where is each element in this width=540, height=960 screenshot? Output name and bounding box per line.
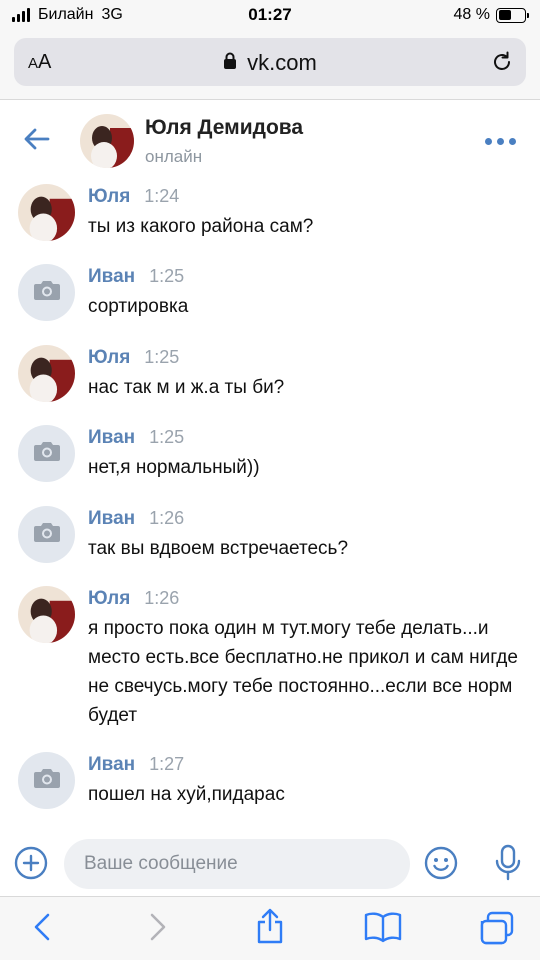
- microphone-icon[interactable]: [494, 844, 522, 887]
- browser-forward-icon[interactable]: [146, 911, 170, 948]
- contact-status: онлайн: [145, 147, 203, 166]
- url-display[interactable]: vk.com: [14, 50, 526, 76]
- message-composer: [0, 830, 540, 896]
- status-left: Билайн 3G: [12, 6, 123, 24]
- attach-plus-icon[interactable]: [14, 846, 48, 885]
- sender-avatar[interactable]: [18, 425, 75, 482]
- message-list: Юля 1:24 ты из какого района сам? Иван 1:2…: [0, 184, 540, 824]
- message-time: 1:27: [149, 754, 185, 774]
- message-text: сортировка: [88, 296, 189, 317]
- reload-icon[interactable]: [490, 50, 514, 79]
- camera-icon: [33, 521, 61, 548]
- sender-avatar[interactable]: [18, 506, 75, 563]
- more-options-icon[interactable]: [485, 138, 516, 145]
- message-time: 1:26: [144, 588, 180, 608]
- message-author[interactable]: Иван 1:27: [88, 754, 184, 776]
- emoji-icon[interactable]: [424, 846, 458, 885]
- back-arrow-icon[interactable]: [22, 124, 52, 159]
- message-time: 1:25: [144, 347, 180, 367]
- message-text: я просто пока один м тут.могу тебе делат…: [88, 618, 518, 726]
- chat-header: Юля Демидова онлайн: [0, 100, 540, 184]
- status-bar: Билайн 3G 01:27 48 %: [0, 0, 540, 32]
- message-text: ты из какого района сам?: [88, 216, 314, 237]
- contact-name[interactable]: Юля Демидова: [145, 116, 303, 140]
- sender-avatar[interactable]: [18, 184, 75, 241]
- message-author[interactable]: Юля 1:24: [88, 186, 179, 208]
- browser-address-area: AA vk.com: [0, 32, 540, 100]
- message-input[interactable]: [64, 839, 410, 889]
- sender-avatar[interactable]: [18, 752, 75, 809]
- message-author[interactable]: Иван 1:25: [88, 266, 184, 288]
- camera-icon: [33, 279, 61, 306]
- status-right: 48 %: [453, 6, 529, 24]
- message-author[interactable]: Юля 1:26: [88, 588, 179, 610]
- camera-icon: [33, 767, 61, 794]
- message-text: нас так м и ж.а ты би?: [88, 377, 285, 398]
- bookmarks-icon[interactable]: [364, 911, 402, 948]
- browser-toolbar: [0, 896, 540, 960]
- message-time: 1:25: [149, 266, 185, 286]
- sender-avatar[interactable]: [18, 345, 75, 402]
- message-author[interactable]: Юля 1:25: [88, 347, 179, 369]
- message-author[interactable]: Иван 1:26: [88, 508, 184, 530]
- battery-percent: 48 %: [453, 6, 490, 23]
- network-label: 3G: [101, 6, 123, 23]
- message-text: нет,я нормальный)): [88, 457, 260, 478]
- message-author[interactable]: Иван 1:25: [88, 427, 184, 449]
- camera-icon: [33, 440, 61, 467]
- sender-avatar[interactable]: [18, 264, 75, 321]
- address-bar[interactable]: AA vk.com: [14, 38, 526, 86]
- message-time: 1:26: [149, 508, 185, 528]
- browser-back-icon[interactable]: [30, 911, 54, 948]
- signal-icon: [12, 8, 30, 22]
- share-icon[interactable]: [254, 907, 286, 950]
- tabs-icon[interactable]: [478, 911, 514, 950]
- message-text: пошел на хуй,пидарас: [88, 784, 285, 805]
- message-time: 1:24: [144, 186, 180, 206]
- carrier-label: Билайн: [38, 6, 94, 23]
- contact-avatar[interactable]: [80, 114, 134, 168]
- message-text: так вы вдвоем встречаетесь?: [88, 538, 349, 559]
- url-text: vk.com: [247, 50, 317, 75]
- battery-icon: [496, 7, 529, 23]
- sender-avatar[interactable]: [18, 586, 75, 643]
- lock-icon: [223, 50, 237, 76]
- message-time: 1:25: [149, 427, 185, 447]
